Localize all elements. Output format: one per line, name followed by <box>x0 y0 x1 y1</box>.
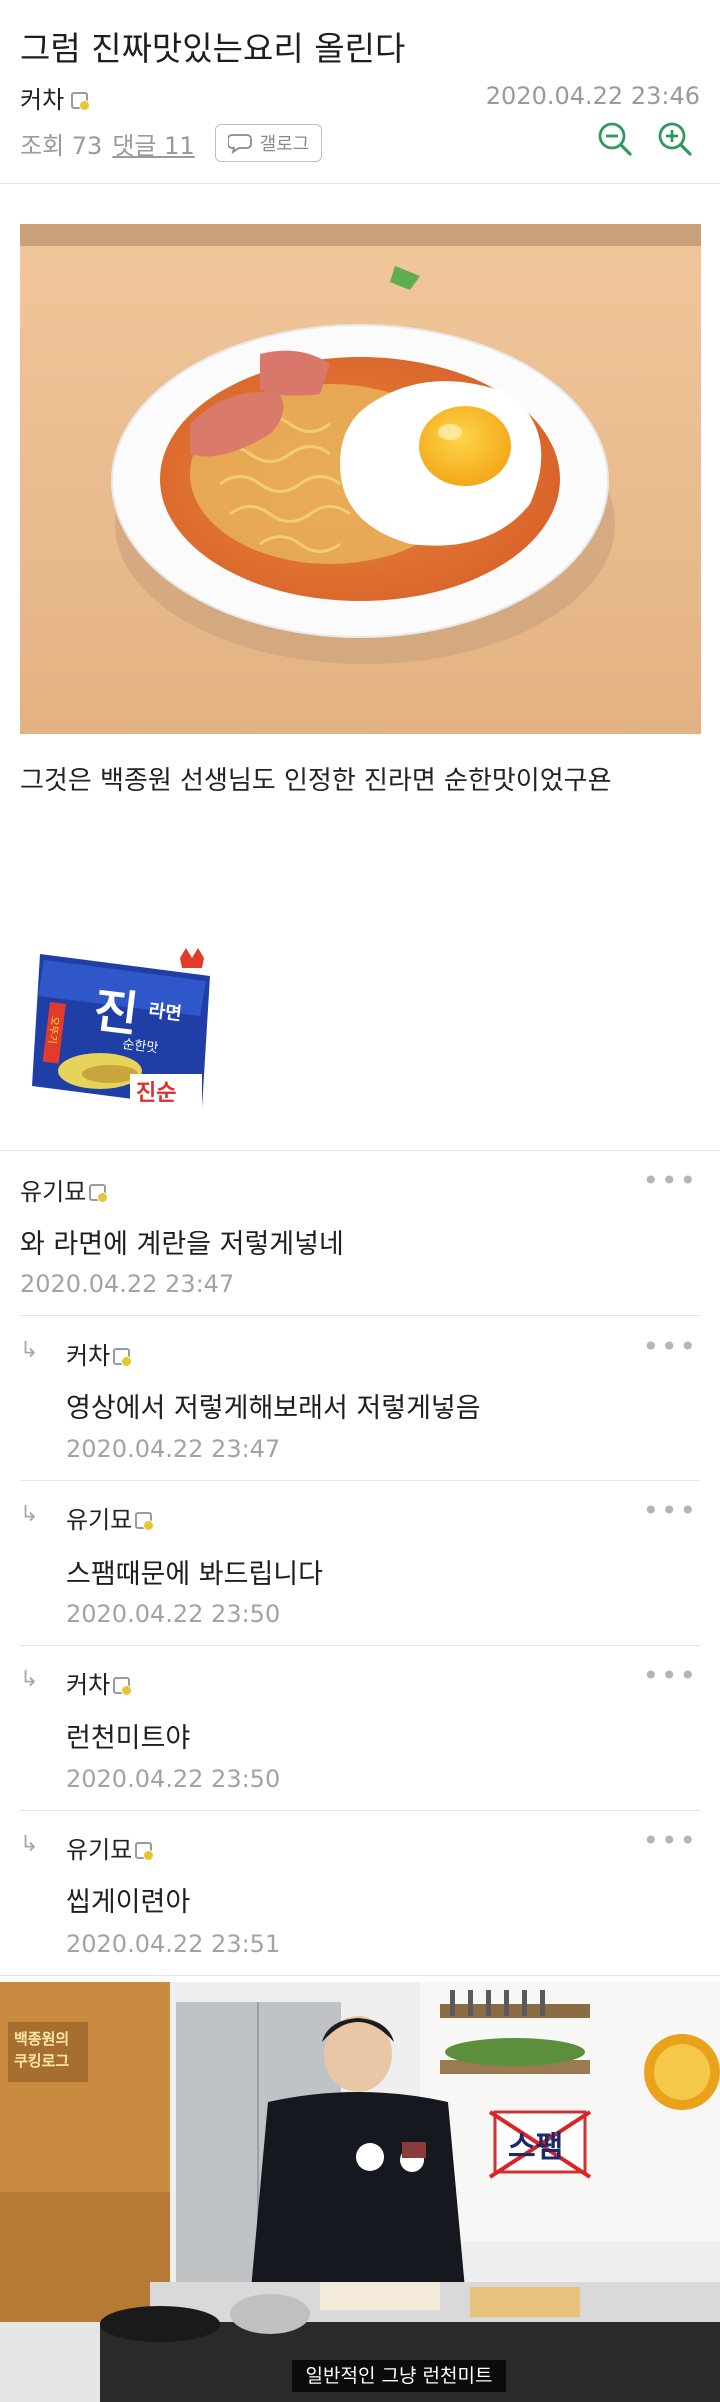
comment-author[interactable]: 유기묘 <box>20 1172 109 1207</box>
reply-arrow-icon: ↳ <box>20 1832 39 1857</box>
comment-count-link[interactable]: 댓글 11 <box>112 126 194 161</box>
reply-item: 커차 <box>66 1336 133 1371</box>
view-count: 조회 73 <box>20 131 103 160</box>
comment-divider <box>20 1480 700 1481</box>
video-still-image: 백종원의 쿠킹로그 스팸 <box>0 1982 720 2402</box>
post-title: 그럼 진짜맛있는요리 올린다 <box>20 29 406 68</box>
comments-divider <box>0 1150 720 1151</box>
comment-date: 2020.04.22 23:47 <box>66 1435 281 1463</box>
more-dots-icon[interactable]: ••• <box>642 1164 698 1197</box>
comment-author[interactable]: 유기묘 <box>66 1830 155 1865</box>
comments-end-divider <box>0 1975 720 1976</box>
package-flavor-mark: 진순 <box>136 1081 176 1106</box>
comment-date: 2020.04.22 23:50 <box>66 1765 281 1793</box>
user-level-icon <box>71 92 91 111</box>
user-level-icon <box>135 1512 155 1531</box>
comment-item: 유기묘 <box>20 1172 109 1207</box>
user-level-icon <box>89 1184 109 1203</box>
more-dots-icon[interactable]: ••• <box>642 1494 698 1527</box>
post-meta: 조회 73 댓글 11 갤로그 <box>20 124 323 162</box>
comment-date: 2020.04.22 23:50 <box>66 1600 281 1628</box>
comment-date: 2020.04.22 23:47 <box>20 1270 235 1298</box>
comment-date: 2020.04.22 23:51 <box>66 1930 281 1958</box>
reply-arrow-icon: ↳ <box>20 1502 39 1527</box>
comment-text: 씹게이련아 <box>66 1887 191 1918</box>
zoom-out-icon[interactable] <box>596 120 634 158</box>
comment-divider <box>20 1810 700 1811</box>
comment-divider <box>20 1645 700 1646</box>
comment-author[interactable]: 커차 <box>66 1336 133 1371</box>
user-level-icon <box>113 1677 133 1696</box>
ramen-package-image: 진 라면 순한맛 오뚜기 진순 <box>32 948 210 1110</box>
more-dots-icon[interactable]: ••• <box>642 1330 698 1363</box>
ramen-photo <box>20 224 701 734</box>
more-dots-icon[interactable]: ••• <box>642 1824 698 1857</box>
video-sticker-text: 스팸 <box>508 2130 563 2165</box>
gallog-button[interactable]: 갤로그 <box>214 124 323 162</box>
speech-bubble-icon <box>227 134 252 154</box>
package-brand-sub: 라면 <box>147 1000 182 1025</box>
reply-item: 유기묘 <box>66 1830 155 1865</box>
more-dots-icon[interactable]: ••• <box>642 1659 698 1692</box>
comment-text: 와 라면에 계란을 저렇게넣네 <box>20 1229 344 1260</box>
comment-author[interactable]: 유기묘 <box>66 1500 155 1535</box>
comment-author[interactable]: 커차 <box>66 1665 133 1700</box>
video-logo-line1: 백종원의 <box>14 2030 69 2048</box>
comment-divider <box>20 1315 700 1316</box>
post-datetime: 2020.04.22 23:46 <box>485 82 700 110</box>
header-divider <box>0 183 720 184</box>
zoom-in-icon[interactable] <box>656 120 694 158</box>
post-author[interactable]: 커차 <box>20 80 91 115</box>
video-caption: 일반적인 그냥 런천미트 <box>292 2360 506 2392</box>
user-level-icon <box>113 1348 133 1367</box>
gallog-label: 갤로그 <box>259 134 310 155</box>
reply-item: 커차 <box>66 1665 133 1700</box>
author-name[interactable]: 커차 <box>20 80 64 115</box>
post-body-text: 그것은 백종원 선생님도 인정한 진라면 순한맛이었구욘 <box>20 766 612 796</box>
reply-item: 유기묘 <box>66 1500 155 1535</box>
reply-arrow-icon: ↳ <box>20 1667 39 1692</box>
reply-arrow-icon: ↳ <box>20 1338 39 1363</box>
package-brand-big: 진 <box>91 982 142 1043</box>
comment-text: 스팸때문에 봐드립니다 <box>66 1559 323 1590</box>
comment-text: 런천미트야 <box>66 1723 191 1754</box>
comment-text: 영상에서 저렇게해보래서 저렇게넣음 <box>66 1393 481 1424</box>
video-logo-line2: 쿠킹로그 <box>14 2052 69 2070</box>
user-level-icon <box>135 1842 155 1861</box>
